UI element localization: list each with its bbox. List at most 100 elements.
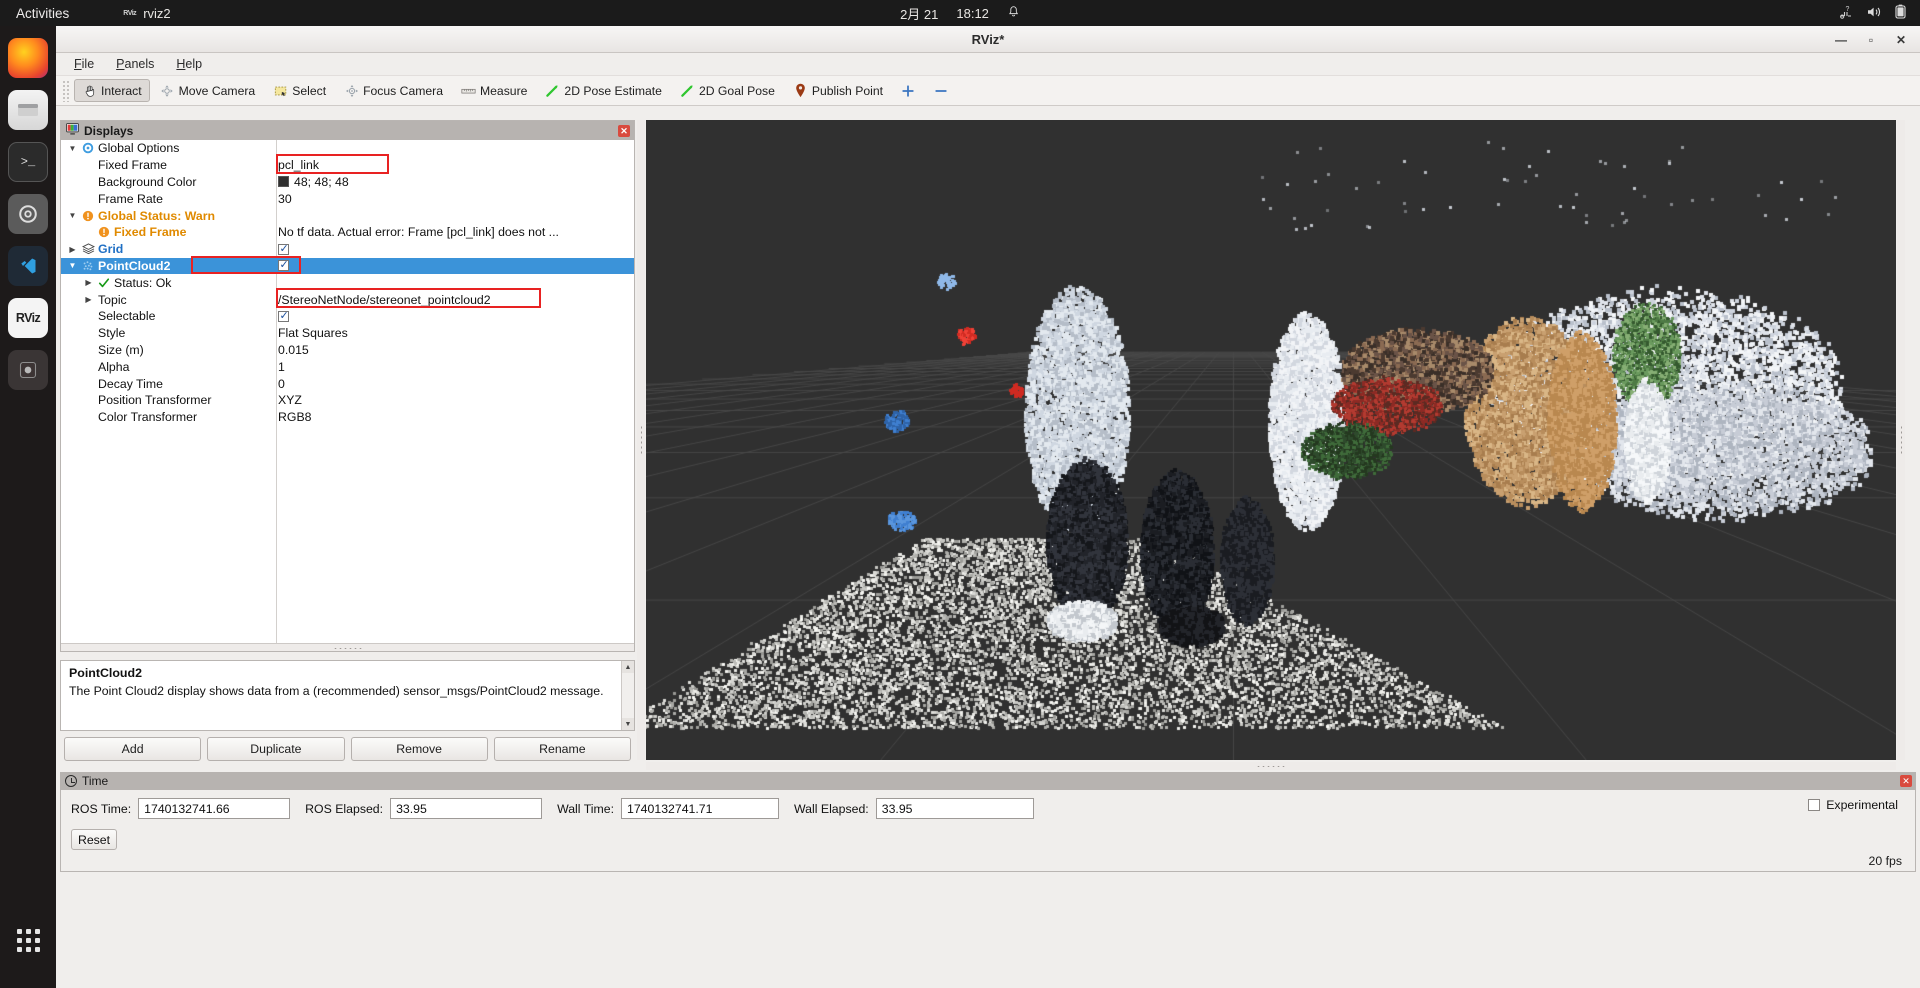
display-row[interactable]: Style Flat Squares — [61, 325, 634, 342]
row-value[interactable]: 0.015 — [278, 343, 309, 357]
expander-right-icon[interactable] — [83, 278, 94, 287]
scroll-down-icon[interactable]: ▼ — [622, 718, 634, 730]
menu-file[interactable]: File — [66, 55, 102, 73]
experimental-checkbox[interactable] — [1808, 799, 1821, 811]
dock-item-ubuntu-software[interactable] — [8, 350, 48, 390]
row-name-cell[interactable]: Status: Ok — [61, 276, 274, 290]
display-row[interactable]: Selectable — [61, 308, 634, 325]
description-scrollbar[interactable]: ▲ ▼ — [621, 661, 634, 730]
row-value-cell[interactable]: 0.015 — [274, 343, 634, 357]
row-name-cell[interactable]: Position Transformer — [61, 393, 274, 407]
tool-publish-point[interactable]: Publish Point — [785, 79, 891, 102]
tool-2d-pose-estimate[interactable]: 2D Pose Estimate — [537, 79, 670, 102]
notification-bell-icon[interactable] — [1007, 5, 1020, 22]
volume-icon[interactable] — [1866, 5, 1883, 22]
display-row[interactable]: Fixed Frame pcl_link — [61, 157, 634, 174]
display-row[interactable]: Global Status: Warn — [61, 207, 634, 224]
menu-panels[interactable]: Panels — [108, 55, 162, 73]
display-row[interactable]: Frame Rate 30 — [61, 190, 634, 207]
row-value-cell[interactable]: pcl_link — [274, 158, 634, 172]
expander-down-icon[interactable] — [67, 261, 78, 270]
displays-close-icon[interactable]: ✕ — [618, 124, 630, 137]
row-value-cell[interactable] — [274, 260, 634, 272]
system-tray[interactable]: ? — [1838, 4, 1906, 22]
row-value-cell[interactable]: No tf data. Actual error: Frame [pcl_lin… — [274, 225, 634, 239]
activities-button[interactable]: Activities — [0, 6, 83, 21]
row-value[interactable]: XYZ — [278, 393, 302, 407]
ros-time-field[interactable]: 1740132741.66 — [138, 798, 291, 819]
row-name-cell[interactable]: Topic — [61, 293, 274, 307]
display-row[interactable]: PointCloud2 — [61, 257, 634, 275]
expander-down-icon[interactable] — [67, 144, 78, 153]
row-value[interactable]: RGB8 — [278, 410, 312, 424]
pointcloud-canvas[interactable] — [646, 120, 1896, 760]
row-name-cell[interactable]: Fixed Frame — [61, 225, 274, 239]
row-checkbox[interactable] — [278, 310, 289, 322]
tool-select[interactable]: Select — [265, 79, 334, 102]
experimental-toggle[interactable]: Experimental — [1808, 798, 1898, 812]
row-value-cell[interactable] — [274, 310, 634, 322]
display-row[interactable]: Color Transformer RGB8 — [61, 409, 634, 426]
viewport-bottom-splitter[interactable] — [646, 762, 1896, 770]
display-row[interactable]: Alpha 1 — [61, 358, 634, 375]
active-app-indicator[interactable]: RViz rviz2 — [123, 6, 170, 21]
row-name-cell[interactable]: Color Transformer — [61, 410, 274, 424]
row-checkbox[interactable] — [278, 260, 289, 272]
ros-elapsed-field[interactable]: 33.95 — [390, 798, 543, 819]
row-name-cell[interactable]: Selectable — [61, 309, 274, 323]
scroll-up-icon[interactable]: ▲ — [622, 661, 634, 673]
expander-right-icon[interactable] — [83, 295, 94, 304]
row-name-cell[interactable]: Frame Rate — [61, 192, 274, 206]
wall-elapsed-field[interactable]: 33.95 — [875, 798, 1034, 819]
time-close-icon[interactable]: ✕ — [1900, 775, 1912, 787]
display-row[interactable]: Topic/StereoNetNode/stereonet_pointcloud… — [61, 291, 634, 308]
dock-item-terminal[interactable]: >_ — [8, 142, 48, 182]
row-value-cell[interactable]: 30 — [274, 192, 634, 206]
wall-time-field[interactable]: 1740132741.71 — [621, 798, 779, 819]
row-name-cell[interactable]: Global Status: Warn — [61, 209, 274, 223]
row-value-cell[interactable]: 48; 48; 48 — [274, 175, 634, 189]
row-value-cell[interactable]: 1 — [274, 360, 634, 374]
expander-right-icon[interactable] — [67, 245, 78, 254]
row-value[interactable]: No tf data. Actual error: Frame [pcl_lin… — [278, 225, 559, 239]
reset-button[interactable]: Reset — [71, 829, 117, 850]
row-value[interactable]: 0 — [278, 377, 285, 391]
remove-button[interactable]: Remove — [350, 737, 488, 761]
row-name-cell[interactable]: Style — [61, 326, 274, 340]
dock-item-firefox[interactable] — [8, 38, 48, 78]
row-checkbox[interactable] — [278, 243, 289, 255]
maximize-button[interactable]: ▫ — [1858, 30, 1884, 50]
row-value-cell[interactable]: Flat Squares — [274, 326, 634, 340]
tool-interact[interactable]: Interact — [74, 79, 150, 102]
toolbar-grip[interactable] — [62, 79, 70, 102]
row-name-cell[interactable]: Fixed Frame — [61, 158, 274, 172]
row-name-cell[interactable]: Decay Time — [61, 377, 274, 391]
network-icon[interactable]: ? — [1838, 5, 1854, 22]
show-applications-button[interactable] — [8, 920, 48, 960]
dock-item-settings[interactable] — [8, 194, 48, 234]
dock-item-vscode[interactable] — [8, 246, 48, 286]
add-button[interactable]: Add — [64, 737, 202, 761]
close-button[interactable]: ✕ — [1888, 30, 1914, 50]
row-value[interactable]: Flat Squares — [278, 326, 348, 340]
tool-move-camera[interactable]: Move Camera — [152, 79, 264, 102]
row-name-cell[interactable]: PointCloud2 — [61, 259, 274, 273]
display-row[interactable]: Global Options — [61, 140, 634, 157]
row-value-cell[interactable]: 0 — [274, 377, 634, 391]
display-row[interactable]: Grid — [61, 241, 634, 258]
viewport-right-splitter[interactable] — [1897, 120, 1905, 760]
tool-measure[interactable]: Measure — [453, 79, 535, 102]
dock-item-files[interactable] — [8, 90, 48, 130]
row-value-cell[interactable]: XYZ — [274, 393, 634, 407]
tool-remove-tool[interactable] — [926, 79, 957, 102]
rename-button[interactable]: Rename — [493, 737, 631, 761]
battery-icon[interactable] — [1895, 4, 1906, 22]
row-name-cell[interactable]: Grid — [61, 242, 274, 256]
tool-2d-goal-pose[interactable]: 2D Goal Pose — [672, 79, 783, 102]
display-row[interactable]: Size (m) 0.015 — [61, 342, 634, 359]
display-row[interactable]: Fixed Frame No tf data. Actual error: Fra… — [61, 224, 634, 241]
display-row[interactable]: Position Transformer XYZ — [61, 392, 634, 409]
row-name-cell[interactable]: Alpha — [61, 360, 274, 374]
display-row[interactable]: Status: Ok — [61, 274, 634, 291]
color-swatch[interactable] — [278, 176, 289, 188]
